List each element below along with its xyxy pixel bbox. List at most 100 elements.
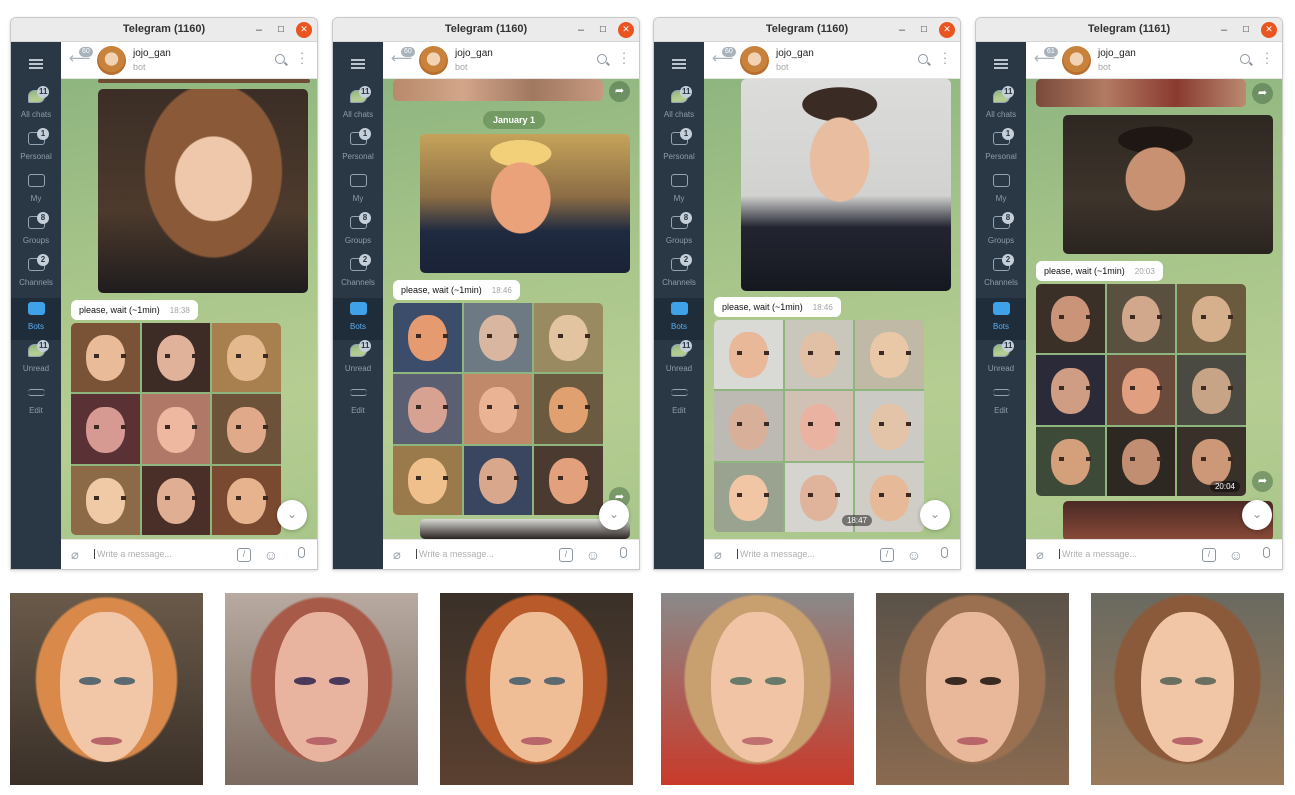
message-area[interactable]: ➦ January 1 please, wait (~1min) 18:46 ➦ … [383,79,639,539]
result-cell[interactable] [393,445,462,515]
stylized-results-grid[interactable] [714,320,924,532]
close-button[interactable]: ✕ [1261,22,1277,38]
maximize-button[interactable]: ☐ [595,22,611,38]
result-cell[interactable] [463,374,533,444]
folder-edit[interactable]: Edit [976,382,1026,424]
chevron-down-icon[interactable]: ⌄ [277,500,307,530]
maximize-button[interactable]: ☐ [916,22,932,38]
close-button[interactable]: ✕ [618,22,634,38]
chat-name[interactable]: jojo_gan [455,48,493,59]
folder-personal[interactable]: 1 Personal [654,128,704,170]
emoji-icon[interactable]: ☺ [1229,547,1243,563]
source-photo[interactable] [98,89,308,293]
folder-groups[interactable]: 8 Groups [976,212,1026,254]
microphone-icon[interactable] [298,547,305,558]
previous-photo[interactable] [98,79,310,83]
result-cell[interactable] [534,374,603,444]
message-input[interactable]: Write a message... [94,549,172,559]
result-cell[interactable] [714,320,783,390]
folder-channels[interactable]: 2 Channels [654,254,704,296]
slash-command-icon[interactable]: / [1202,548,1216,562]
forward-icon[interactable]: ➦ [609,81,630,102]
avatar[interactable] [97,46,126,75]
result-cell[interactable] [212,394,281,464]
folder-bots[interactable]: Bots [333,298,383,340]
minimize-button[interactable]: – [1216,22,1232,38]
result-cell[interactable] [393,374,462,444]
minimize-button[interactable]: – [251,22,267,38]
message-bubble[interactable]: please, wait (~1min) 20:03 [1036,261,1163,281]
result-cell[interactable] [141,465,211,535]
folder-edit[interactable]: Edit [11,382,61,424]
more-vertical-icon[interactable]: · · · [1264,46,1270,69]
result-cell[interactable] [1036,284,1105,354]
folder-personal[interactable]: 1 Personal [976,128,1026,170]
result-cell[interactable] [212,465,281,535]
hamburger-icon[interactable] [29,59,43,69]
chevron-down-icon[interactable]: ⌄ [1242,500,1272,530]
emoji-icon[interactable]: ☺ [907,547,921,563]
emoji-icon[interactable]: ☺ [264,547,278,563]
microphone-icon[interactable] [1263,547,1270,558]
result-cell[interactable] [855,391,924,461]
chevron-down-icon[interactable]: ⌄ [599,500,629,530]
folder-channels[interactable]: 2 Channels [976,254,1026,296]
hamburger-icon[interactable] [672,59,686,69]
folder-unread[interactable]: 11 Unread [654,340,704,382]
result-cell[interactable] [1106,355,1176,425]
folder-edit[interactable]: Edit [654,382,704,424]
result-cell[interactable] [1106,426,1176,496]
message-area[interactable]: please, wait (~1min) 18:46 18:47 ⌄ [704,79,960,539]
result-cell[interactable] [1036,426,1105,496]
folder-all-chats[interactable]: 11 All chats [333,86,383,128]
paperclip-icon[interactable]: ⌀ [1036,547,1044,563]
message-bubble[interactable]: please, wait (~1min) 18:38 [71,300,198,320]
previous-results-grid[interactable] [393,79,603,101]
hamburger-icon[interactable] [351,59,365,69]
result-cell[interactable] [212,323,281,393]
folder-unread[interactable]: 11 Unread [333,340,383,382]
paperclip-icon[interactable]: ⌀ [714,547,722,563]
hamburger-icon[interactable] [994,59,1008,69]
result-cell[interactable] [71,323,140,393]
paperclip-icon[interactable]: ⌀ [393,547,401,563]
slash-command-icon[interactable]: / [559,548,573,562]
result-cell[interactable] [534,445,603,515]
more-vertical-icon[interactable]: · · · [299,46,305,69]
stylized-results-grid[interactable] [71,323,281,535]
result-cell[interactable] [784,391,854,461]
result-cell[interactable] [1036,355,1105,425]
result-cell[interactable] [141,394,211,464]
result-cell[interactable] [714,391,783,461]
chat-name[interactable]: jojo_gan [776,48,814,59]
more-vertical-icon[interactable]: · · · [942,46,948,69]
chat-name[interactable]: jojo_gan [1098,48,1136,59]
result-cell[interactable] [1177,355,1246,425]
folder-personal[interactable]: 1 Personal [333,128,383,170]
folder-personal[interactable]: 1 Personal [11,128,61,170]
maximize-button[interactable]: ☐ [273,22,289,38]
chevron-down-icon[interactable]: ⌄ [920,500,950,530]
folder-my[interactable]: My [654,170,704,212]
microphone-icon[interactable] [941,547,948,558]
result-cell[interactable] [534,303,603,373]
message-input[interactable]: Write a message... [416,549,494,559]
result-cell[interactable] [784,320,854,390]
slash-command-icon[interactable]: / [237,548,251,562]
microphone-icon[interactable] [620,547,627,558]
folder-all-chats[interactable]: 11 All chats [11,86,61,128]
message-area[interactable]: please, wait (~1min) 18:38 ⌄ [61,79,317,539]
folder-bots[interactable]: Bots [11,298,61,340]
search-icon[interactable] [597,54,607,64]
folder-groups[interactable]: 8 Groups [333,212,383,254]
folder-my[interactable]: My [11,170,61,212]
folder-all-chats[interactable]: 11 All chats [976,86,1026,128]
source-photo[interactable] [741,79,951,291]
folder-unread[interactable]: 11 Unread [11,340,61,382]
paperclip-icon[interactable]: ⌀ [71,547,79,563]
result-cell[interactable] [141,323,211,393]
message-bubble[interactable]: please, wait (~1min) 18:46 [393,280,520,300]
folder-groups[interactable]: 8 Groups [11,212,61,254]
stylized-results-grid[interactable] [393,303,603,515]
forward-icon[interactable]: ➦ [1252,83,1273,104]
